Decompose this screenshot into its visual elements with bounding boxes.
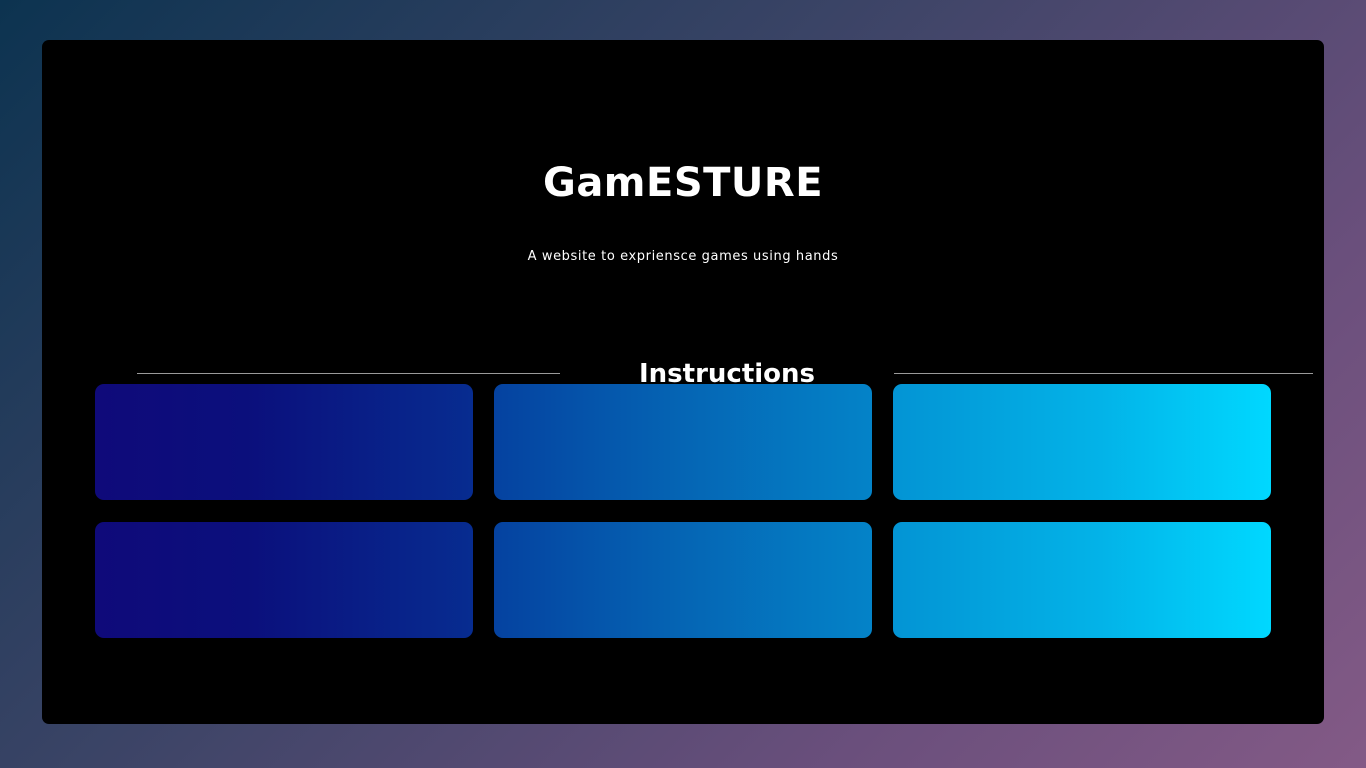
site-subtitle: A website to expriensce games using hand… (527, 249, 839, 264)
site-title: GamESTURE (542, 160, 824, 206)
instruction-card-6 (893, 522, 1271, 638)
divider-right (894, 373, 1313, 374)
instruction-card-4 (95, 522, 473, 638)
instruction-card-3 (893, 384, 1271, 500)
instruction-card-2 (494, 384, 872, 500)
instruction-card-5 (494, 522, 872, 638)
instruction-card-1 (95, 384, 473, 500)
main-panel: GamESTURE A website to expriensce games … (42, 40, 1324, 724)
